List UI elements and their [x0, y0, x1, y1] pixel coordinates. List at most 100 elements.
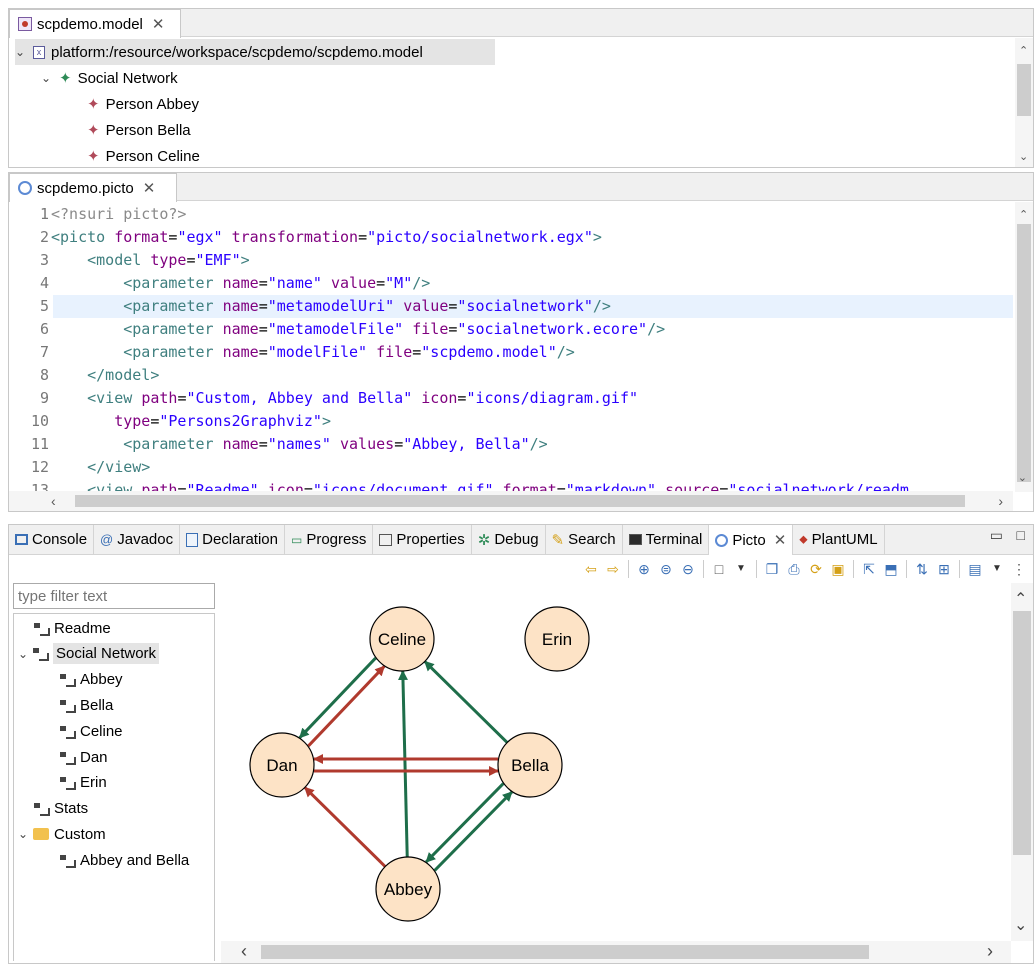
tree-item[interactable]: ⌄ Social Network — [18, 641, 160, 667]
graph-node-abbey[interactable]: Abbey — [375, 856, 441, 922]
layout-icon[interactable]: □ — [711, 561, 727, 577]
vertical-scrollbar[interactable]: ⌃ ⌄ — [1015, 38, 1033, 167]
tree-item[interactable]: Bella — [60, 692, 113, 718]
scroll-right-icon[interactable]: › — [998, 493, 1003, 509]
scroll-down-icon[interactable]: ⌄ — [1018, 471, 1027, 484]
tab-picto[interactable]: Picto ✕ — [709, 525, 794, 555]
sync-icon[interactable]: ⊞ — [936, 561, 952, 577]
tab-debug[interactable]: ✲ Debug — [472, 525, 546, 554]
more-icon[interactable]: ⋮ — [1011, 561, 1027, 577]
forward-icon[interactable]: ⇨ — [605, 561, 621, 577]
close-icon[interactable]: ✕ — [152, 15, 165, 33]
view-menu-icon[interactable]: ▤ — [967, 561, 983, 577]
maximize-icon[interactable]: □ — [1017, 527, 1025, 543]
code-line[interactable]: 12 </view> — [9, 456, 1013, 479]
tab-declaration[interactable]: Declaration — [180, 525, 285, 554]
scrollbar-thumb[interactable] — [1017, 64, 1031, 116]
zoom-reset-icon[interactable]: ⊜ — [658, 561, 674, 577]
code-line[interactable]: 11 <parameter name="names" values="Abbey… — [9, 433, 1013, 456]
tree-item[interactable]: Celine — [60, 718, 123, 744]
line-number: 11 — [30, 435, 49, 453]
tab-javadoc[interactable]: @ Javadoc — [94, 525, 181, 554]
refresh-icon[interactable]: ⟳ — [808, 561, 824, 577]
graph-node-erin[interactable]: Erin — [524, 606, 590, 672]
code-line[interactable]: 4 <parameter name="name" value="M"/> — [9, 272, 1013, 295]
scroll-down-icon[interactable]: ⌄ — [1019, 150, 1028, 163]
filter-input[interactable] — [13, 583, 215, 609]
tab-plantuml[interactable]: ⬥ PlantUML — [793, 525, 885, 554]
scroll-down-icon[interactable]: ⌄ — [1014, 915, 1027, 935]
tree-item[interactable]: Dan — [60, 744, 108, 770]
tree-item[interactable]: ⌄ Custom — [18, 821, 106, 847]
tree-item[interactable]: Abbey and Bella — [60, 847, 189, 873]
zoom-out-icon[interactable]: ⊖ — [680, 561, 696, 577]
code-line[interactable]: 8 </model> — [9, 364, 1013, 387]
tab-properties[interactable]: Properties — [373, 525, 472, 554]
model-root-row[interactable]: ⌄ x platform:/resource/workspace/scpdemo… — [15, 39, 495, 65]
print-icon[interactable]: ⎙ — [786, 561, 802, 577]
code-line[interactable]: 5 <parameter name="metamodelUri" value="… — [9, 295, 1013, 318]
open-external-icon[interactable]: ⬒ — [883, 561, 899, 577]
scroll-left-icon[interactable]: ‹ — [241, 941, 247, 962]
dropdown-icon[interactable]: ▼ — [989, 561, 1005, 577]
tree-item[interactable]: Readme — [34, 615, 111, 641]
graph-node-dan[interactable]: Dan — [249, 732, 315, 798]
tree-item-person[interactable]: ✦ Person Celine — [87, 143, 200, 169]
copy-icon[interactable]: ❐ — [764, 561, 780, 577]
export-icon[interactable]: ⇱ — [861, 561, 877, 577]
tree-item-person[interactable]: ✦ Person Bella — [87, 117, 191, 143]
back-icon[interactable]: ⇦ — [583, 561, 599, 577]
chevron-down-icon[interactable]: ⌄ — [18, 647, 28, 661]
scroll-left-icon[interactable]: ‹ — [51, 493, 56, 509]
scrollbar-thumb[interactable] — [261, 945, 869, 959]
view-node-icon — [60, 674, 76, 688]
tab-search[interactable]: ✎ Search — [546, 525, 623, 554]
zoom-in-icon[interactable]: ⊕ — [636, 561, 652, 577]
tree-item[interactable]: Stats — [34, 796, 88, 822]
code-text: <view path="Custom, Abbey and Bella" ico… — [51, 389, 639, 407]
graph-node-bella[interactable]: Bella — [497, 732, 563, 798]
line-number: 8 — [39, 366, 49, 384]
chevron-down-icon[interactable]: ⌄ — [15, 45, 27, 59]
code-line[interactable]: 3 <model type="EMF"> — [9, 249, 1013, 272]
scroll-up-icon[interactable]: ⌃ — [1019, 44, 1028, 57]
vertical-scrollbar[interactable]: ⌃ — [1015, 202, 1033, 492]
resource-uri: platform:/resource/workspace/scpdemo/scp… — [51, 43, 423, 61]
tree-item[interactable]: Erin — [60, 770, 107, 796]
code-line[interactable]: 10 type="Persons2Graphviz"> — [9, 410, 1013, 433]
tab-scpdemo-picto[interactable]: scpdemo.picto ✕ — [9, 173, 177, 202]
close-icon[interactable]: ✕ — [143, 179, 156, 197]
lock-icon[interactable]: ▣ — [830, 561, 846, 577]
tab-terminal[interactable]: Terminal — [623, 525, 710, 554]
link-icon[interactable]: ⇅ — [914, 561, 930, 577]
tree-item-person[interactable]: ✦ Person Abbey — [87, 91, 199, 117]
code-line[interactable]: 7 <parameter name="modelFile" file="scpd… — [9, 341, 1013, 364]
scroll-right-icon[interactable]: › — [987, 941, 993, 962]
code-line[interactable]: 9 <view path="Custom, Abbey and Bella" i… — [9, 387, 1013, 410]
tab-progress[interactable]: ▭ Progress — [285, 525, 374, 554]
minimize-icon[interactable]: ▭ — [990, 527, 1003, 544]
close-icon[interactable]: ✕ — [774, 531, 787, 549]
at-icon: @ — [100, 532, 114, 547]
tree-item-social-network[interactable]: ⌄ ✦ Social Network — [41, 65, 178, 91]
chevron-down-icon[interactable]: ⌄ — [41, 71, 53, 85]
code-area[interactable]: 1 <?nsuri picto?> 2 <picto format="egx" tra… — [9, 203, 1013, 499]
vertical-scrollbar[interactable]: ⌃ ⌄ — [1011, 583, 1033, 941]
scrollbar-thumb[interactable] — [1013, 611, 1031, 855]
tree-item[interactable]: Abbey — [60, 667, 123, 693]
horizontal-scrollbar[interactable]: ‹ › — [9, 491, 1013, 511]
code-line[interactable]: 1 <?nsuri picto?> — [9, 203, 1013, 226]
scroll-up-icon[interactable]: ⌃ — [1014, 589, 1027, 609]
graph-node-celine[interactable]: Celine — [369, 606, 435, 672]
scrollbar-thumb[interactable] — [1017, 224, 1031, 482]
scrollbar-thumb[interactable] — [75, 495, 965, 507]
code-line[interactable]: 2 <picto format="egx" transformation="pic… — [9, 226, 1013, 249]
horizontal-scrollbar[interactable]: ‹ › — [221, 941, 1011, 963]
scroll-up-icon[interactable]: ⌃ — [1019, 208, 1028, 221]
tab-scpdemo-model[interactable]: scpdemo.model ✕ — [9, 9, 181, 38]
chevron-down-icon[interactable]: ⌄ — [18, 827, 28, 841]
code-line[interactable]: 6 <parameter name="metamodelFile" file="… — [9, 318, 1013, 341]
node-label: Bella — [511, 756, 549, 775]
tab-console[interactable]: Console — [9, 525, 95, 554]
dropdown-icon[interactable]: ▼ — [733, 561, 749, 577]
